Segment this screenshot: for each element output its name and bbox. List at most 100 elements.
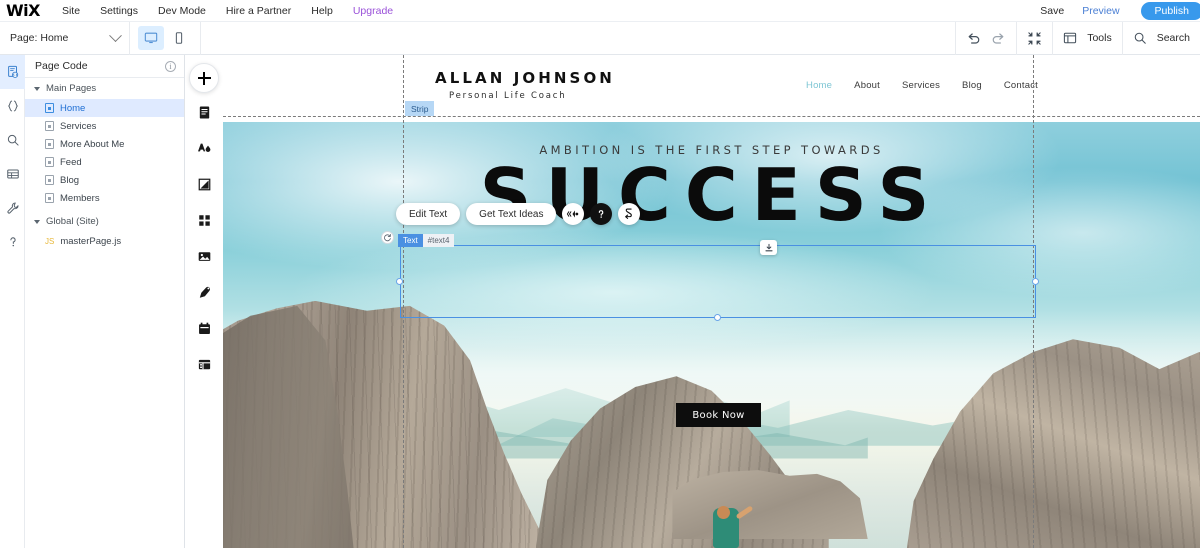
code-group-label: Main Pages xyxy=(46,83,97,94)
mobile-icon xyxy=(175,32,183,44)
page-selector[interactable]: Page: Home xyxy=(0,21,130,55)
element-tag[interactable]: Text #text4 xyxy=(398,234,455,247)
hero-headline[interactable]: SUCCESS xyxy=(223,151,1200,239)
edit-text-button[interactable]: Edit Text xyxy=(396,203,461,225)
element-tag-type: Text xyxy=(398,234,423,247)
page-code-title: Page Code xyxy=(35,60,88,72)
strip-tag[interactable]: Strip xyxy=(405,101,435,116)
addbar-item-media[interactable] xyxy=(185,239,223,273)
rail-item-page-code[interactable] xyxy=(0,55,25,89)
publish-button[interactable]: Publish xyxy=(1140,1,1200,20)
guide-line-strip-top xyxy=(223,116,1200,117)
site-nav-blog[interactable]: Blog xyxy=(962,80,982,91)
addbar-item-design[interactable] xyxy=(185,131,223,165)
info-icon[interactable]: i xyxy=(165,60,176,72)
stretch-handle[interactable] xyxy=(760,240,777,255)
menu-item-dev-mode[interactable]: Dev Mode xyxy=(158,5,206,17)
zoom-out-group xyxy=(1016,21,1052,55)
page-code-panel-header: Page Code i xyxy=(25,55,184,78)
book-now-button[interactable]: Book Now xyxy=(676,403,761,427)
stretch-link-button[interactable] xyxy=(618,203,641,225)
selection-box[interactable] xyxy=(400,245,1036,318)
code-group-global-site[interactable]: Global (Site) xyxy=(25,211,184,232)
site-nav-home[interactable]: Home xyxy=(806,80,832,91)
tools-menu-button[interactable]: Tools xyxy=(1052,21,1122,55)
page-file-icon xyxy=(45,139,54,149)
apps-grid-icon xyxy=(198,214,210,226)
site-brand-title: ALLAN JOHNSON xyxy=(435,69,615,87)
rail-item-database[interactable] xyxy=(0,157,25,191)
menu-item-site[interactable]: Site xyxy=(62,5,80,17)
preview-button[interactable]: Preview xyxy=(1082,5,1119,17)
rotate-handle[interactable] xyxy=(381,231,394,244)
undo-icon[interactable] xyxy=(966,31,981,46)
get-text-ideas-button[interactable]: Get Text Ideas xyxy=(466,203,557,225)
caret-down-icon xyxy=(34,219,40,224)
background-icon xyxy=(198,178,210,190)
menu-item-help[interactable]: Help xyxy=(311,5,333,17)
addbar-item-apps[interactable] xyxy=(185,203,223,237)
addbar-item-database[interactable] xyxy=(185,347,223,381)
rail-item-code[interactable] xyxy=(0,89,25,123)
rail-item-tools[interactable] xyxy=(0,191,25,225)
code-file-services[interactable]: Services xyxy=(25,117,184,135)
code-file-blog[interactable]: Blog xyxy=(25,171,184,189)
editor-toolbar-right: Tools Search xyxy=(955,21,1200,55)
design-theme-icon xyxy=(198,143,211,152)
stretch-link-icon xyxy=(625,208,633,219)
collapse-arrows-icon[interactable] xyxy=(1027,31,1042,46)
menu-item-settings[interactable]: Settings xyxy=(100,5,138,17)
site-header: ALLAN JOHNSON Personal Life Coach Home A… xyxy=(223,55,1200,122)
caret-down-icon xyxy=(34,86,40,91)
animation-effects-button[interactable] xyxy=(562,203,585,225)
addbar-item-background[interactable] xyxy=(185,167,223,201)
media-image-icon xyxy=(198,251,210,261)
top-menu-actions: Save Preview Publish xyxy=(1040,1,1200,20)
rail-item-search[interactable] xyxy=(0,123,25,157)
resize-handle-right[interactable] xyxy=(1032,278,1039,285)
javascript-file-icon: JS xyxy=(45,236,55,246)
code-group-main-pages[interactable]: Main Pages xyxy=(25,78,184,99)
search-icon xyxy=(1134,32,1146,44)
tools-panel-icon xyxy=(1064,32,1077,44)
addbar-item-pages[interactable] xyxy=(185,95,223,129)
code-file-label: Members xyxy=(60,192,100,204)
site-brand-subtitle: Personal Life Coach xyxy=(449,91,567,101)
help-question-icon xyxy=(595,207,608,221)
wix-editor-window: WiX Site Settings Dev Mode Hire a Partne… xyxy=(0,0,1200,548)
blog-pen-icon xyxy=(199,286,210,298)
code-brackets-icon xyxy=(7,100,18,112)
resize-handle-bottom[interactable] xyxy=(714,314,721,321)
desktop-view-button[interactable] xyxy=(138,26,164,50)
viewmode-switch xyxy=(130,21,201,55)
desktop-icon xyxy=(144,32,158,44)
search-button[interactable]: Search xyxy=(1121,21,1200,55)
menu-item-hire-a-partner[interactable]: Hire a Partner xyxy=(226,5,291,17)
site-nav-services[interactable]: Services xyxy=(902,80,940,91)
code-file-home[interactable]: Home xyxy=(25,99,184,117)
element-context-toolbar: Edit Text Get Text Ideas xyxy=(396,203,641,225)
add-elements-toolbar xyxy=(185,55,223,548)
site-navigation: Home About Services Blog Contact xyxy=(806,80,1038,91)
mobile-view-button[interactable] xyxy=(166,26,192,50)
search-label: Search xyxy=(1156,32,1190,44)
database-table-icon xyxy=(198,359,210,369)
menu-item-upgrade[interactable]: Upgrade xyxy=(353,5,393,17)
code-file-label: Services xyxy=(60,120,97,132)
rail-item-help[interactable] xyxy=(0,225,25,259)
code-file-more-about-me[interactable]: More About Me xyxy=(25,135,184,153)
code-file-label: Blog xyxy=(60,174,80,186)
add-element-button[interactable] xyxy=(189,63,219,93)
addbar-item-bookings[interactable] xyxy=(185,311,223,345)
wix-logo[interactable]: WiX xyxy=(6,2,40,19)
resize-handle-left[interactable] xyxy=(396,278,403,285)
code-file-masterpage[interactable]: JS masterPage.js xyxy=(25,232,184,250)
addbar-item-blog[interactable] xyxy=(185,275,223,309)
site-nav-about[interactable]: About xyxy=(854,80,880,91)
save-button[interactable]: Save xyxy=(1040,5,1064,17)
help-button[interactable] xyxy=(590,203,613,225)
undo-redo-group xyxy=(955,21,1016,55)
code-file-feed[interactable]: Feed xyxy=(25,153,184,171)
redo-icon[interactable] xyxy=(991,31,1006,46)
code-file-members[interactable]: Members xyxy=(25,189,184,207)
